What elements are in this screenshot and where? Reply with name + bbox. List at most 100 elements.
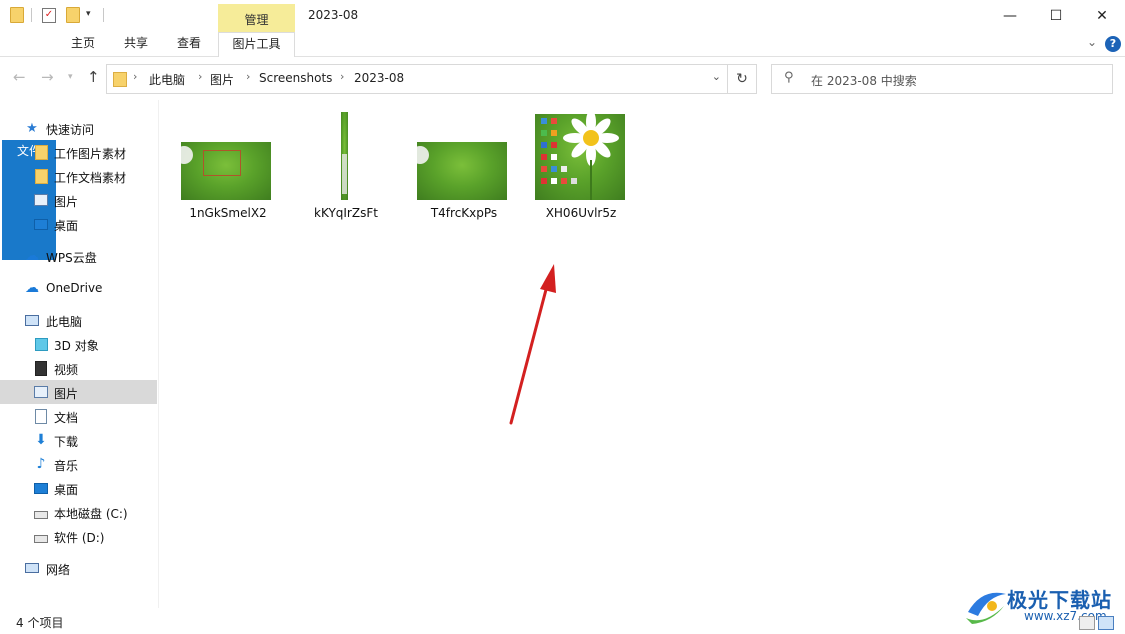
- forward-arrow-icon[interactable]: →: [41, 68, 54, 86]
- chevron-right-icon[interactable]: ›: [133, 70, 137, 83]
- navigation-pane: ★ 快速访问 工作图片素材 工作文档素材 图片 桌面 ☁ WPS云盘 ☁ One…: [0, 108, 158, 608]
- sidebar-item-desktop[interactable]: 桌面: [0, 476, 157, 500]
- tab-view[interactable]: 查看: [168, 32, 210, 56]
- divider: [31, 8, 32, 22]
- title-bar: ✓ ▾ 管理 2023-08 — ☐ ✕: [0, 0, 1125, 32]
- sidebar-item-label: 音乐: [54, 459, 79, 473]
- sidebar-item-wps-cloud[interactable]: ☁ WPS云盘: [0, 244, 157, 268]
- file-item[interactable]: XH06Uvlr5z: [526, 108, 636, 228]
- sidebar-item-drive-d[interactable]: 软件 (D:): [0, 524, 157, 548]
- sidebar-item-work-images[interactable]: 工作图片素材: [0, 140, 157, 164]
- pane-divider[interactable]: [158, 100, 159, 608]
- sidebar-item-documents[interactable]: 文档: [0, 404, 157, 428]
- file-item[interactable]: T4frcKxpPs: [409, 108, 519, 228]
- navigation-bar: ← → ▾ ↑ › 此电脑 › 图片 › Screenshots › 2023-…: [0, 57, 1125, 98]
- tab-share[interactable]: 共享: [115, 32, 157, 56]
- sidebar-item-label: 桌面: [54, 219, 79, 233]
- chevron-down-icon[interactable]: ⌄: [1087, 35, 1097, 49]
- tab-home[interactable]: 主页: [62, 32, 104, 56]
- up-arrow-icon[interactable]: ↑: [87, 68, 100, 86]
- back-arrow-icon[interactable]: ←: [13, 68, 26, 86]
- breadcrumb-pictures[interactable]: 图片: [210, 71, 234, 88]
- sidebar-item-label: 本地磁盘 (C:): [54, 507, 128, 521]
- folder-icon: [34, 168, 48, 184]
- sidebar-item-work-docs[interactable]: 工作文档素材: [0, 164, 157, 188]
- file-name: XH06Uvlr5z: [545, 206, 617, 220]
- sidebar-item-videos[interactable]: 视频: [0, 356, 157, 380]
- file-item[interactable]: kKYqIrZsFt: [291, 108, 401, 228]
- sidebar-item-label: 工作文档素材: [54, 171, 127, 185]
- breadcrumb-current-folder[interactable]: 2023-08: [354, 71, 404, 85]
- chevron-right-icon[interactable]: ›: [246, 70, 250, 83]
- search-placeholder: 在 2023-08 中搜索: [811, 74, 917, 88]
- sidebar-item-quick-access[interactable]: ★ 快速访问: [0, 116, 157, 140]
- file-name: kKYqIrZsFt: [314, 206, 378, 220]
- sidebar-item-label: 工作图片素材: [54, 147, 127, 161]
- tab-picture-tools[interactable]: 图片工具: [218, 32, 295, 57]
- chevron-right-icon[interactable]: ›: [198, 70, 202, 83]
- chevron-down-icon[interactable]: ⌄: [712, 70, 721, 83]
- sidebar-item-music[interactable]: ♪ 音乐: [0, 452, 157, 476]
- breadcrumb-this-pc[interactable]: 此电脑: [149, 71, 185, 88]
- file-item[interactable]: 1nGkSmelX2: [173, 108, 283, 228]
- sidebar-item-label: 视频: [54, 363, 79, 377]
- sidebar-item-label: 3D 对象: [54, 339, 99, 353]
- large-icons-view-icon[interactable]: [1098, 616, 1114, 630]
- search-icon: ⚲: [784, 70, 794, 85]
- cloud-icon: ☁: [25, 248, 39, 264]
- sidebar-item-label: 文档: [54, 411, 79, 425]
- image-thumbnail: [535, 114, 625, 200]
- folder-icon: [34, 144, 48, 160]
- divider: [103, 8, 104, 22]
- music-icon: ♪: [36, 456, 46, 472]
- search-input[interactable]: ⚲ 在 2023-08 中搜索: [771, 64, 1113, 94]
- drive-icon: [34, 535, 48, 543]
- sidebar-item-label: 图片: [54, 387, 79, 401]
- sidebar-item-this-pc[interactable]: 此电脑: [0, 308, 157, 332]
- pictures-icon: [34, 386, 48, 398]
- sidebar-item-onedrive[interactable]: ☁ OneDrive: [0, 276, 157, 300]
- 3d-objects-icon: [34, 337, 48, 351]
- sidebar-item-downloads[interactable]: ⬇ 下载: [0, 428, 157, 452]
- file-name: T4frcKxpPs: [430, 206, 498, 220]
- sidebar-item-label: 下载: [54, 435, 79, 449]
- ribbon-tab-row: 文件 主页 共享 查看 图片工具 ⌄ ?: [0, 32, 1125, 260]
- sidebar-item-network[interactable]: 网络: [0, 556, 157, 580]
- sidebar-item-pictures-quick[interactable]: 图片: [0, 188, 157, 212]
- manage-tab-label: 管理: [244, 13, 269, 27]
- breadcrumb-screenshots[interactable]: Screenshots: [259, 71, 332, 85]
- sidebar-item-label: 快速访问: [46, 123, 95, 137]
- folder-icon: [10, 7, 24, 23]
- sidebar-item-3d-objects[interactable]: 3D 对象: [0, 332, 157, 356]
- watermark-logo: [966, 592, 1006, 624]
- daisy-desktop-thumbnail: [541, 114, 619, 200]
- help-icon[interactable]: ?: [1105, 36, 1121, 52]
- new-folder-icon[interactable]: [66, 7, 80, 23]
- image-thumbnail: [341, 112, 348, 200]
- address-bar[interactable]: › 此电脑 › 图片 › Screenshots › 2023-08 ⌄: [106, 64, 728, 94]
- sidebar-item-label: 软件 (D:): [54, 531, 105, 545]
- image-thumbnail: [417, 142, 507, 200]
- item-count-status: 4 个项目: [16, 616, 64, 630]
- chevron-right-icon[interactable]: ›: [340, 70, 344, 83]
- folder-icon: [113, 72, 127, 87]
- maximize-button[interactable]: ☐: [1033, 0, 1079, 32]
- customize-toolbar-icon[interactable]: ▾: [86, 9, 100, 25]
- manage-context-tab[interactable]: 管理: [218, 4, 295, 32]
- properties-icon[interactable]: ✓: [42, 8, 56, 23]
- window-title: 2023-08: [308, 8, 359, 22]
- sidebar-item-pictures[interactable]: 图片: [0, 380, 157, 404]
- video-icon: [35, 360, 47, 376]
- details-view-icon[interactable]: [1079, 616, 1095, 630]
- close-button[interactable]: ✕: [1079, 0, 1125, 32]
- desktop-icon: [34, 482, 48, 494]
- sidebar-item-label: 桌面: [54, 483, 79, 497]
- sidebar-item-desktop-quick[interactable]: 桌面: [0, 212, 157, 236]
- sidebar-item-label: WPS云盘: [46, 251, 97, 265]
- sidebar-item-label: 此电脑: [46, 315, 83, 329]
- recent-locations-icon[interactable]: ▾: [68, 72, 73, 82]
- sidebar-item-drive-c[interactable]: 本地磁盘 (C:): [0, 500, 157, 524]
- minimize-button[interactable]: —: [987, 0, 1033, 32]
- refresh-icon[interactable]: ↻: [728, 64, 757, 94]
- document-icon: [35, 408, 47, 424]
